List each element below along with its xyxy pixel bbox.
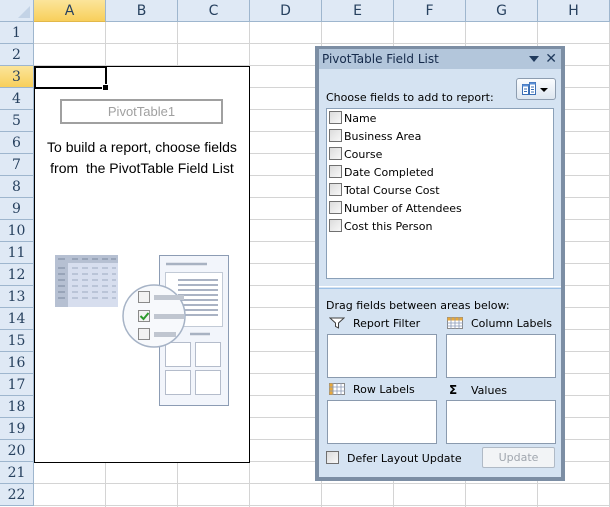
row-header-17[interactable]: 17 [0, 374, 34, 396]
field-label: Number of Attendees [344, 202, 462, 215]
report-filter-label: Report Filter [329, 317, 420, 330]
report-filter-dropzone[interactable] [327, 334, 437, 378]
row-header-4[interactable]: 4 [0, 88, 34, 110]
defer-layout-checkbox[interactable] [326, 451, 339, 464]
values-text: Values [471, 384, 507, 397]
column-header-e[interactable]: E [322, 0, 394, 22]
row-header-1[interactable]: 1 [0, 22, 34, 44]
row-header-11[interactable]: 11 [0, 242, 34, 264]
field-label: Name [344, 112, 377, 125]
column-labels-dropzone[interactable] [446, 334, 556, 378]
column-header-b[interactable]: B [106, 0, 178, 22]
defer-layout-label: Defer Layout Update [347, 452, 462, 465]
instruction-line-1: To build a report, choose fields [47, 139, 237, 155]
field-checkbox[interactable] [329, 201, 342, 214]
column-labels-label: Column Labels [447, 317, 552, 330]
filter-icon [329, 317, 345, 329]
update-button[interactable]: Update [482, 447, 555, 468]
row-header-9[interactable]: 9 [0, 198, 34, 220]
column-header-g[interactable]: G [466, 0, 538, 22]
field-label: Total Course Cost [344, 184, 440, 197]
field-checkbox[interactable] [329, 147, 342, 160]
field-item[interactable]: Name [329, 110, 376, 128]
field-item[interactable]: Total Course Cost [329, 182, 440, 200]
field-label: Business Area [344, 130, 422, 143]
pane-splitter[interactable] [319, 286, 561, 289]
row-header-19[interactable]: 19 [0, 418, 34, 440]
row-header-7[interactable]: 7 [0, 154, 34, 176]
row-header-2[interactable]: 2 [0, 44, 34, 66]
field-item[interactable]: Date Completed [329, 164, 434, 182]
field-item[interactable]: Business Area [329, 128, 421, 146]
row-header-8[interactable]: 8 [0, 176, 34, 198]
field-checkbox[interactable] [329, 165, 342, 178]
row-header-3[interactable]: 3 [0, 66, 34, 88]
pivot-illustration [55, 255, 229, 406]
values-dropzone[interactable] [446, 400, 556, 444]
sigma-icon: Σ [449, 383, 458, 397]
pane-title: PivotTable Field List [322, 52, 439, 66]
column-header-d[interactable]: D [250, 0, 322, 22]
row-labels-dropzone[interactable] [327, 400, 437, 444]
gridline-horizontal [34, 505, 610, 506]
active-cell-a3[interactable] [34, 66, 109, 91]
row-header-5[interactable]: 5 [0, 110, 34, 132]
row-header-13[interactable]: 13 [0, 286, 34, 308]
values-label: Σ Values [449, 383, 507, 397]
field-item[interactable]: Number of Attendees [329, 200, 462, 218]
triangle-down-icon[interactable] [529, 56, 539, 62]
field-checkbox[interactable] [329, 183, 342, 196]
pivot-table-name: PivotTable1 [60, 99, 223, 124]
field-label: Date Completed [344, 166, 434, 179]
row-header-21[interactable]: 21 [0, 462, 34, 484]
field-checkbox[interactable] [329, 111, 342, 124]
field-item[interactable]: Course [329, 146, 382, 164]
row-header-20[interactable]: 20 [0, 440, 34, 462]
column-grid-icon [447, 317, 463, 329]
column-header-c[interactable]: C [178, 0, 250, 22]
instruction-line-2: from the PivotTable Field List [50, 160, 234, 176]
row-header-15[interactable]: 15 [0, 330, 34, 352]
row-labels-text: Row Labels [353, 383, 415, 396]
chevron-down-icon [540, 88, 548, 92]
gridline-horizontal [34, 43, 610, 44]
report-filter-text: Report Filter [353, 317, 421, 330]
field-checkbox[interactable] [329, 219, 342, 232]
pivot-field-list-pane: PivotTable Field List ✕ Choose fields to… [315, 46, 565, 481]
field-label: Course [344, 148, 383, 161]
defer-layout-update[interactable]: Defer Layout Update [326, 451, 462, 465]
field-label: Cost this Person [344, 220, 433, 233]
column-header-h[interactable]: H [538, 0, 610, 22]
row-grid-icon [329, 383, 345, 395]
row-header-12[interactable]: 12 [0, 264, 34, 286]
table-grid-icon [55, 255, 118, 307]
field-list[interactable]: Name Business Area Course Date Completed Tot… [326, 108, 554, 279]
row-header-14[interactable]: 14 [0, 308, 34, 330]
field-list-layout-icon [522, 82, 536, 95]
pane-title-bar[interactable]: PivotTable Field List ✕ [319, 49, 561, 69]
pivot-instructions: To build a report, choose fields from th… [34, 137, 250, 179]
close-icon[interactable]: ✕ [545, 49, 557, 69]
column-header-f[interactable]: F [394, 0, 466, 22]
field-checkbox[interactable] [329, 129, 342, 142]
magnifier-checkbox-icon [122, 284, 186, 348]
column-labels-text: Column Labels [471, 317, 553, 330]
layout-options-button[interactable] [516, 78, 556, 100]
field-item[interactable]: Cost this Person [329, 218, 432, 236]
column-header-a[interactable]: A [34, 0, 106, 22]
choose-fields-label: Choose fields to add to report: [326, 91, 494, 104]
row-header-10[interactable]: 10 [0, 220, 34, 242]
row-header-16[interactable]: 16 [0, 352, 34, 374]
row-header-22[interactable]: 22 [0, 484, 34, 506]
row-header-6[interactable]: 6 [0, 132, 34, 154]
row-labels-label: Row Labels [329, 383, 415, 396]
select-all-corner[interactable] [0, 0, 34, 22]
gridline-horizontal [34, 483, 610, 484]
row-header-18[interactable]: 18 [0, 396, 34, 418]
drag-fields-label: Drag fields between areas below: [326, 299, 510, 312]
